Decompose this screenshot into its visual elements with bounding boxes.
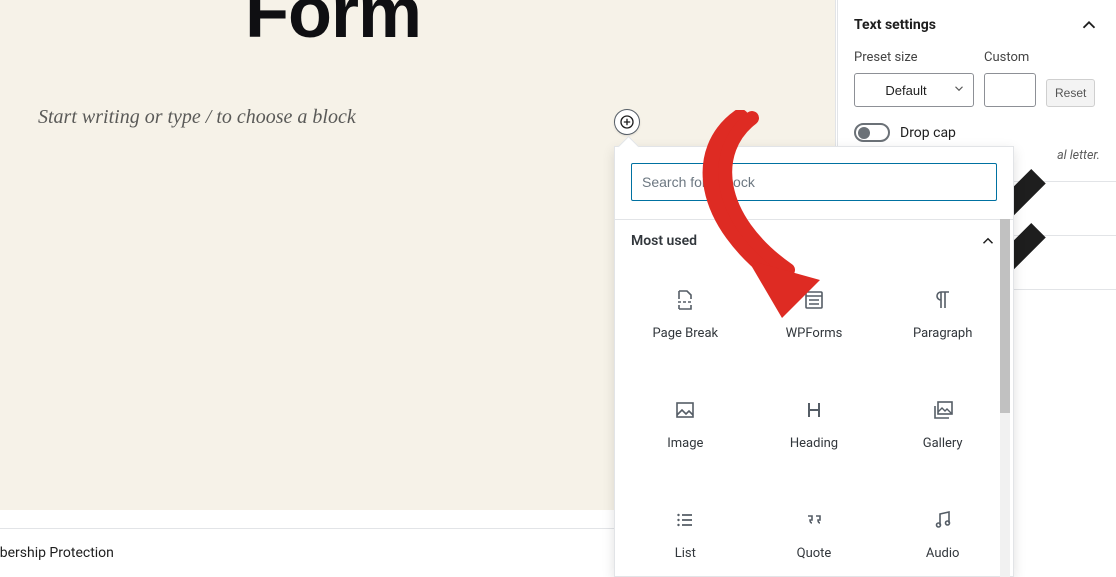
chevron-up-icon bbox=[979, 232, 997, 250]
drop-cap-toggle[interactable] bbox=[854, 123, 890, 142]
block-label: Audio bbox=[926, 546, 959, 561]
block-item-list[interactable]: List bbox=[621, 484, 750, 577]
add-block-button[interactable] bbox=[614, 109, 640, 135]
page-break-icon bbox=[673, 288, 697, 312]
heading-icon bbox=[802, 398, 826, 422]
image-icon bbox=[673, 398, 697, 422]
custom-size-label: Custom bbox=[984, 50, 1036, 65]
metabox-title: nbership Protection bbox=[0, 545, 114, 561]
preset-size-select[interactable]: Default bbox=[854, 73, 974, 107]
gallery-icon bbox=[931, 398, 955, 422]
preset-size-value: Default bbox=[885, 83, 926, 98]
block-item-heading[interactable]: Heading bbox=[750, 374, 879, 474]
block-label: Heading bbox=[790, 436, 838, 451]
section-title: Most used bbox=[631, 233, 697, 249]
quote-icon bbox=[802, 508, 826, 532]
page-title[interactable]: Form bbox=[245, 0, 421, 54]
audio-icon bbox=[931, 508, 955, 532]
section-header-most-used[interactable]: Most used bbox=[615, 220, 1013, 258]
paragraph-icon bbox=[931, 288, 955, 312]
block-item-quote[interactable]: Quote bbox=[750, 484, 879, 577]
block-label: Quote bbox=[797, 546, 832, 561]
block-label: Paragraph bbox=[913, 326, 972, 341]
panel-title: Text settings bbox=[854, 17, 936, 33]
block-item-gallery[interactable]: Gallery bbox=[878, 374, 1007, 474]
block-label: List bbox=[675, 546, 696, 561]
block-label: Page Break bbox=[653, 326, 719, 341]
inserter-scrollbar-thumb[interactable] bbox=[1000, 219, 1010, 413]
block-label: Gallery bbox=[923, 436, 963, 451]
chevron-up-icon bbox=[1078, 14, 1100, 36]
block-item-audio[interactable]: Audio bbox=[878, 484, 1007, 577]
block-label: WPForms bbox=[786, 326, 843, 341]
wpforms-icon bbox=[802, 288, 826, 312]
block-item-image[interactable]: Image bbox=[621, 374, 750, 474]
paragraph-placeholder[interactable]: Start writing or type / to choose a bloc… bbox=[38, 106, 356, 129]
preset-size-label: Preset size bbox=[854, 50, 974, 65]
list-icon bbox=[673, 508, 697, 532]
panel-header[interactable]: Text settings bbox=[854, 14, 1100, 36]
block-grid: Page Break WPForms Paragraph Image bbox=[615, 258, 1013, 577]
block-item-page-break[interactable]: Page Break bbox=[621, 264, 750, 364]
block-label: Image bbox=[667, 436, 703, 451]
block-search-input[interactable] bbox=[631, 163, 997, 201]
plus-circle-icon bbox=[619, 114, 635, 130]
block-item-wpforms[interactable]: WPForms bbox=[750, 264, 879, 364]
block-item-paragraph[interactable]: Paragraph bbox=[878, 264, 1007, 364]
block-inserter-popover: Most used Page Break WPForms bbox=[614, 146, 1014, 577]
